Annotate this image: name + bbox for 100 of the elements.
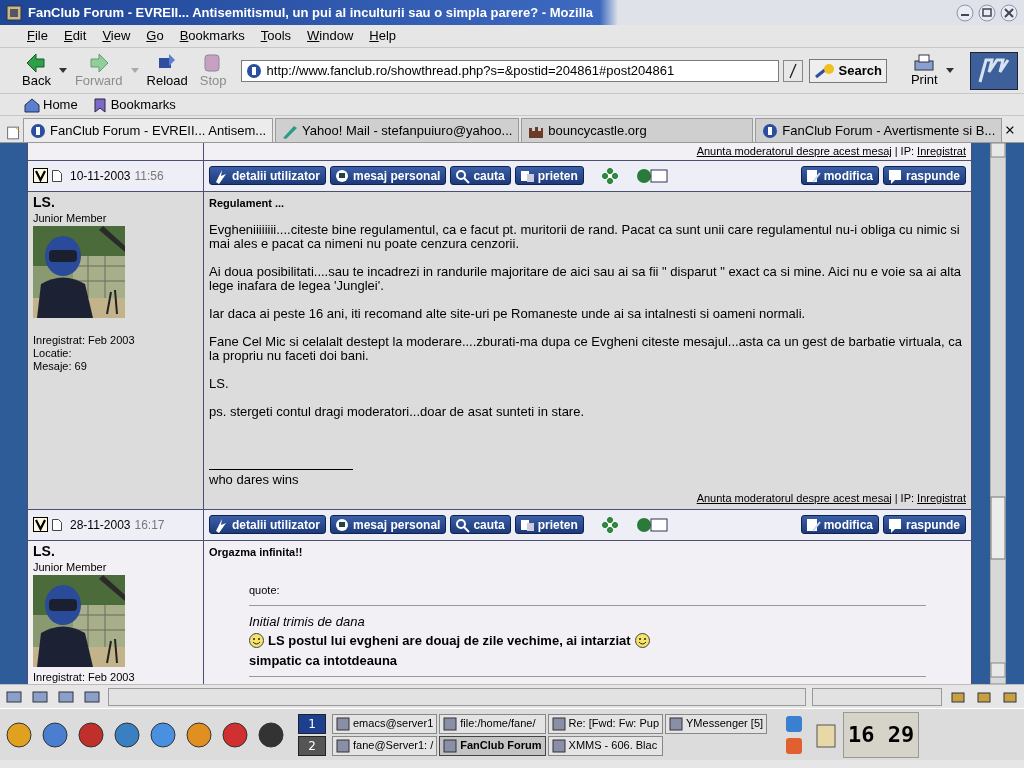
menu-item[interactable]: View xyxy=(95,26,138,46)
task-button[interactable]: Re: [Fwd: Fw: Pup xyxy=(547,713,664,734)
slash-button[interactable] xyxy=(782,59,803,82)
app-icon xyxy=(6,4,22,21)
pm-button[interactable]: mesaj personal xyxy=(330,166,447,185)
document-icon xyxy=(52,169,62,182)
quote-text: simpatic ca intotdeauna xyxy=(249,651,398,670)
ip-link[interactable]: Inregistrat xyxy=(917,489,966,506)
clock: 16 29 xyxy=(843,711,920,758)
menu-item[interactable]: Bookmarks xyxy=(172,26,252,46)
scrollbar[interactable] xyxy=(990,143,1006,684)
site-icon xyxy=(762,122,779,139)
friend-button[interactable]: prieten xyxy=(514,166,584,185)
paragraph: Ai doua posibilitati....sau te incadrezi in randurile majoritare de aici sau ai sa fii " disparut " exact ca si mine. Aici nu e voie sa ai alta lege inafara de legea 'Junglei'. xyxy=(209,265,963,293)
close-icon[interactable] xyxy=(1004,123,1016,137)
paragraph: ps. stergeti contul dragi moderatori...doar de asat sunteti in stare. xyxy=(209,405,586,419)
new-tab-icon[interactable] xyxy=(6,124,22,142)
reload-button[interactable]: Reload xyxy=(142,51,192,90)
speech-icon xyxy=(887,167,903,184)
quote-author: Initial trimis de dana xyxy=(249,612,366,631)
caret-icon[interactable] xyxy=(945,67,954,74)
menu-item[interactable]: Go xyxy=(139,26,171,46)
task-button[interactable]: YMessenger [5] xyxy=(665,713,768,734)
member-rank: Junior Member xyxy=(33,559,108,575)
post-date: 10-11-2003 xyxy=(70,167,131,185)
search-button[interactable]: cauta xyxy=(450,166,511,185)
task-button[interactable]: emacs@server1 xyxy=(332,713,438,734)
address-field[interactable]: http://www.fanclub.ro/showthread.php?s=&postid=204861#post204861 xyxy=(240,59,779,82)
report-link[interactable]: Anunta moderatorul despre acest mesaj xyxy=(696,143,892,160)
author-name: LS. xyxy=(33,543,56,559)
window-icon xyxy=(443,716,458,731)
post-title: Orgazma infinita!! xyxy=(209,544,304,560)
window-title: FanClub Forum - EVREII... Antisemitismul, un pui al inculturii sau o simpla parere? - Mozilla xyxy=(28,3,594,22)
window-icon xyxy=(669,716,684,731)
task-button[interactable]: XMMS - 606. Blac xyxy=(547,735,664,756)
desktop-button[interactable]: 1 xyxy=(298,713,326,734)
v-icon xyxy=(33,517,48,532)
window-icon xyxy=(336,738,350,753)
flower-icon[interactable] xyxy=(601,167,618,184)
search-button[interactable]: cauta xyxy=(450,515,511,534)
tab[interactable]: bouncycastle.org xyxy=(521,118,754,142)
close-button[interactable] xyxy=(1000,3,1018,22)
window-icon xyxy=(443,738,458,753)
pm-button[interactable]: mesaj personal xyxy=(330,515,447,534)
member-rank: Junior Member xyxy=(33,210,108,226)
user-button[interactable]: detalii utilizator xyxy=(209,515,326,534)
flower-icon[interactable] xyxy=(601,516,618,533)
print-button[interactable]: Print xyxy=(906,52,942,89)
friend-button[interactable]: prieten xyxy=(514,515,584,534)
add-me-icon[interactable] xyxy=(635,166,668,185)
bookmarks-button[interactable]: Bookmarks xyxy=(87,94,180,115)
user-info: Inregistrat: Feb 2003 xyxy=(33,671,136,684)
user-info: Locatie: xyxy=(33,347,73,360)
menu-item[interactable]: File xyxy=(20,26,55,46)
caret-icon[interactable] xyxy=(58,67,67,74)
quote-text: LS postul lui evgheni are douaj de zile vechime, ai intarziat xyxy=(268,632,631,650)
task-button[interactable]: file:/home/fane/ xyxy=(439,713,546,734)
document-icon xyxy=(52,518,62,531)
report-link[interactable]: Anunta moderatorul despre acest mesaj xyxy=(696,489,892,506)
bookmark-icon xyxy=(91,96,108,113)
window-icon xyxy=(551,716,566,731)
task-button[interactable]: FanClub Forum xyxy=(439,735,546,756)
tab[interactable]: FanClub Forum - EVREII... Antisem... xyxy=(23,118,274,142)
site-icon xyxy=(30,122,47,139)
minimize-button[interactable] xyxy=(956,3,974,22)
reply-button[interactable]: raspunde xyxy=(883,515,966,534)
add-me-icon[interactable] xyxy=(635,515,668,534)
paragraph: LS. xyxy=(209,377,230,391)
ip-label: | IP: xyxy=(894,144,915,159)
ip-link[interactable]: Inregistrat xyxy=(917,143,966,160)
menu-item[interactable]: Help xyxy=(362,26,404,46)
search-icon xyxy=(813,62,836,79)
task-button[interactable]: fane@Server1: / xyxy=(332,735,438,756)
post-date: 28-11-2003 xyxy=(70,516,131,534)
logo-icon[interactable] xyxy=(970,51,1018,90)
paragraph: Iar daca ai peste 16 ani, iti recomand alte site-uri pe Romaneste unde ai sa intalnesti si oameni normali. xyxy=(209,307,807,321)
post-time: 16:17 xyxy=(134,516,165,534)
window-icon xyxy=(551,738,566,753)
tab[interactable]: Yahoo! Mail - stefanpuiuro@yahoo... xyxy=(275,118,520,142)
note-icon xyxy=(804,516,821,533)
quote-label: quote: xyxy=(249,583,281,598)
post-time: 11:56 xyxy=(134,167,164,185)
window-icon xyxy=(336,716,350,731)
speech-icon xyxy=(887,516,903,533)
user-info: Inregistrat: Feb 2003 xyxy=(33,334,136,348)
home-button[interactable]: Home xyxy=(20,94,82,115)
maximize-button[interactable] xyxy=(978,3,996,22)
ip-label: | IP: xyxy=(894,490,915,506)
edit-button[interactable]: modifica xyxy=(800,515,879,534)
user-button[interactable]: detalii utilizator xyxy=(209,166,326,185)
reply-button[interactable]: raspunde xyxy=(883,166,966,185)
signature: who dares wins xyxy=(209,471,300,489)
menu-item[interactable]: Edit xyxy=(56,26,94,46)
tab[interactable]: FanClub Forum - Avertismente si B... xyxy=(755,118,1003,142)
edit-button[interactable]: modifica xyxy=(800,166,879,185)
menu-item[interactable]: Window xyxy=(300,26,361,46)
desktop-button[interactable]: 2 xyxy=(298,735,326,756)
menu-item[interactable]: Tools xyxy=(253,26,299,46)
back-button[interactable]: Back xyxy=(18,51,55,90)
search-button[interactable]: Search xyxy=(808,58,887,83)
